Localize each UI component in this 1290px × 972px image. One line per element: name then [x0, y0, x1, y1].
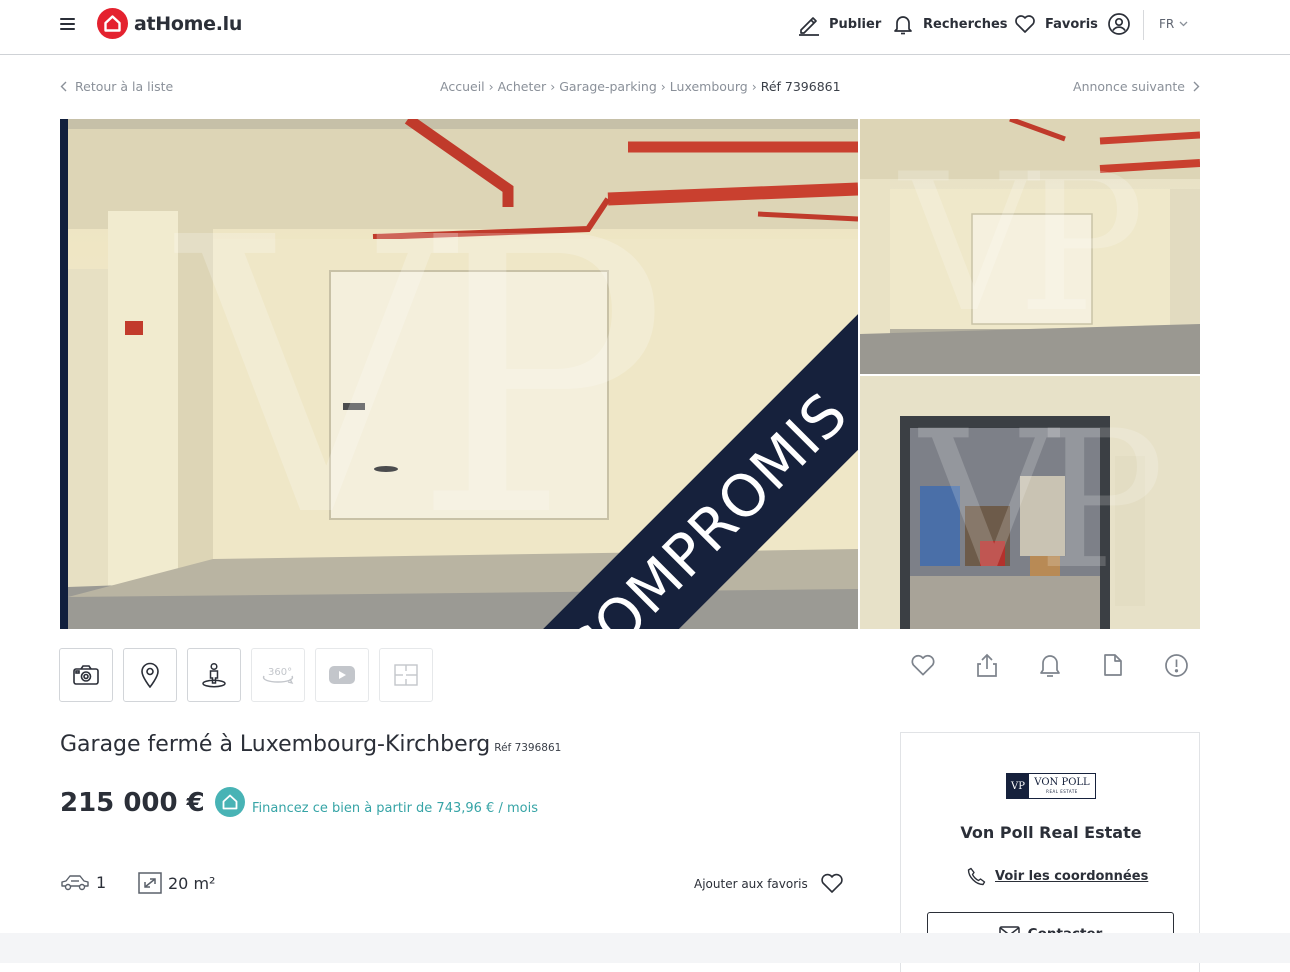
language-label: FR	[1159, 17, 1175, 31]
bell-icon	[894, 16, 912, 35]
report-action[interactable]	[1163, 652, 1189, 678]
garage-photo: VP COMPROMIS	[68, 119, 858, 629]
listing-ref: Réf 7396861	[494, 742, 562, 754]
logo[interactable]: atHome.lu	[97, 8, 242, 39]
financing-text: Financez ce bien à partir de 743,96 € / …	[252, 800, 538, 816]
add-to-favorites-link[interactable]: Ajouter aux favoris	[694, 873, 844, 894]
side-photo-2[interactable]: VP	[860, 376, 1200, 629]
financing-link[interactable]: Financez ce bien à partir de 743,96 € / …	[215, 787, 538, 817]
breadcrumb-separator: ›	[488, 79, 494, 94]
camera-icon	[73, 665, 99, 685]
chevron-left-icon	[60, 81, 67, 92]
next-listing-link[interactable]: Annonce suivante	[1073, 79, 1200, 94]
breadcrumb-accueil[interactable]: Accueil	[440, 79, 485, 94]
breadcrumb: Accueil › Acheter › Garage-parking › Luxemb…	[440, 79, 841, 94]
publish-label: Publier	[829, 16, 882, 32]
menu-icon[interactable]	[60, 18, 75, 32]
surface-value: 20 m²	[168, 873, 216, 893]
view-contact-label: Voir les coordonnées	[995, 869, 1149, 884]
bell-icon	[1040, 654, 1060, 677]
agent-logo-mark: VP	[1007, 774, 1029, 798]
chevron-down-icon	[1179, 21, 1188, 27]
heart-icon	[1015, 15, 1035, 33]
agent-logo-sub: REAL ESTATE	[1046, 789, 1078, 794]
map-pin-icon	[141, 662, 159, 688]
breadcrumb-separator: ›	[751, 79, 757, 94]
phone-icon	[967, 867, 986, 886]
header-divider	[1143, 10, 1144, 40]
breadcrumb-garage-parking[interactable]: Garage-parking	[559, 79, 657, 94]
floorplan-button	[379, 648, 433, 702]
surface-expand-icon	[138, 872, 162, 894]
watermark: VP	[178, 157, 668, 600]
video-button	[315, 648, 369, 702]
breadcrumb-separator: ›	[660, 79, 666, 94]
main-photo[interactable]: VP COMPROMIS	[60, 119, 858, 629]
pencil-icon	[799, 17, 819, 36]
logo-text: atHome.lu	[134, 12, 243, 35]
page-bottom-band	[0, 933, 1290, 963]
360-icon: 360°	[263, 667, 294, 685]
floorplan-icon	[394, 664, 418, 686]
watermark-small-2: VP	[920, 390, 1165, 611]
agent-logo-text: VON POLL	[1034, 777, 1090, 788]
share-action[interactable]	[974, 652, 1000, 678]
surface-feature: 20 m²	[138, 872, 215, 894]
breadcrumb-current: Réf 7396861	[760, 79, 841, 94]
top-header: atHome.lu Publier Recherches Favoris FR	[0, 0, 1290, 55]
street-view-button[interactable]	[187, 648, 241, 702]
car-icon	[61, 875, 89, 891]
next-label: Annonce suivante	[1073, 79, 1185, 94]
map-button[interactable]	[123, 648, 177, 702]
tour-360-label: 360°	[268, 667, 292, 678]
searches-link[interactable]: Recherches	[891, 12, 1008, 36]
back-to-list-link[interactable]: Retour à la liste	[60, 79, 173, 94]
agent-name: Von Poll Real Estate	[960, 823, 1142, 842]
document-icon	[1104, 654, 1122, 676]
parking-feature: 1	[60, 872, 106, 892]
back-label: Retour à la liste	[75, 79, 174, 94]
favorite-action[interactable]	[910, 652, 936, 678]
breadcrumb-luxembourg[interactable]: Luxembourg	[670, 79, 748, 94]
tour-360-button: 360°	[251, 648, 305, 702]
watermark-small: VP	[900, 133, 1145, 354]
heart-icon	[821, 873, 843, 893]
chevron-right-icon	[1193, 81, 1200, 92]
publish-link[interactable]: Publier	[797, 12, 881, 36]
video-icon	[329, 666, 355, 684]
add-favorite-label: Ajouter aux favoris	[694, 876, 808, 891]
account-button[interactable]	[1107, 12, 1131, 36]
listing-title-block: Garage fermé à Luxembourg-Kirchberg Réf 7…	[60, 732, 561, 757]
favorites-link[interactable]: Favoris	[1013, 12, 1098, 36]
user-circle-icon	[1108, 13, 1130, 35]
photos-button[interactable]	[59, 648, 113, 702]
house-logo-icon	[97, 8, 128, 39]
searches-label: Recherches	[923, 16, 1008, 32]
street-view-icon	[202, 662, 226, 688]
document-action[interactable]	[1100, 652, 1126, 678]
view-contact-link[interactable]: Voir les coordonnées	[967, 867, 1148, 886]
heart-icon	[911, 654, 935, 676]
breadcrumb-acheter[interactable]: Acheter	[498, 79, 547, 94]
favorites-label: Favoris	[1045, 16, 1098, 32]
listing-title: Garage fermé à Luxembourg-Kirchberg	[60, 732, 491, 757]
share-icon	[977, 653, 997, 677]
finance-house-icon	[215, 787, 245, 817]
side-photo-1[interactable]: VP	[860, 119, 1200, 374]
parking-count: 1	[96, 872, 107, 892]
agent-logo[interactable]: VP VON POLL REAL ESTATE	[1006, 773, 1096, 799]
warning-circle-icon	[1164, 653, 1188, 677]
language-selector[interactable]: FR	[1159, 17, 1188, 31]
breadcrumb-separator: ›	[550, 79, 556, 94]
listing-price: 215 000 €	[60, 788, 205, 818]
alert-action[interactable]	[1037, 652, 1063, 678]
